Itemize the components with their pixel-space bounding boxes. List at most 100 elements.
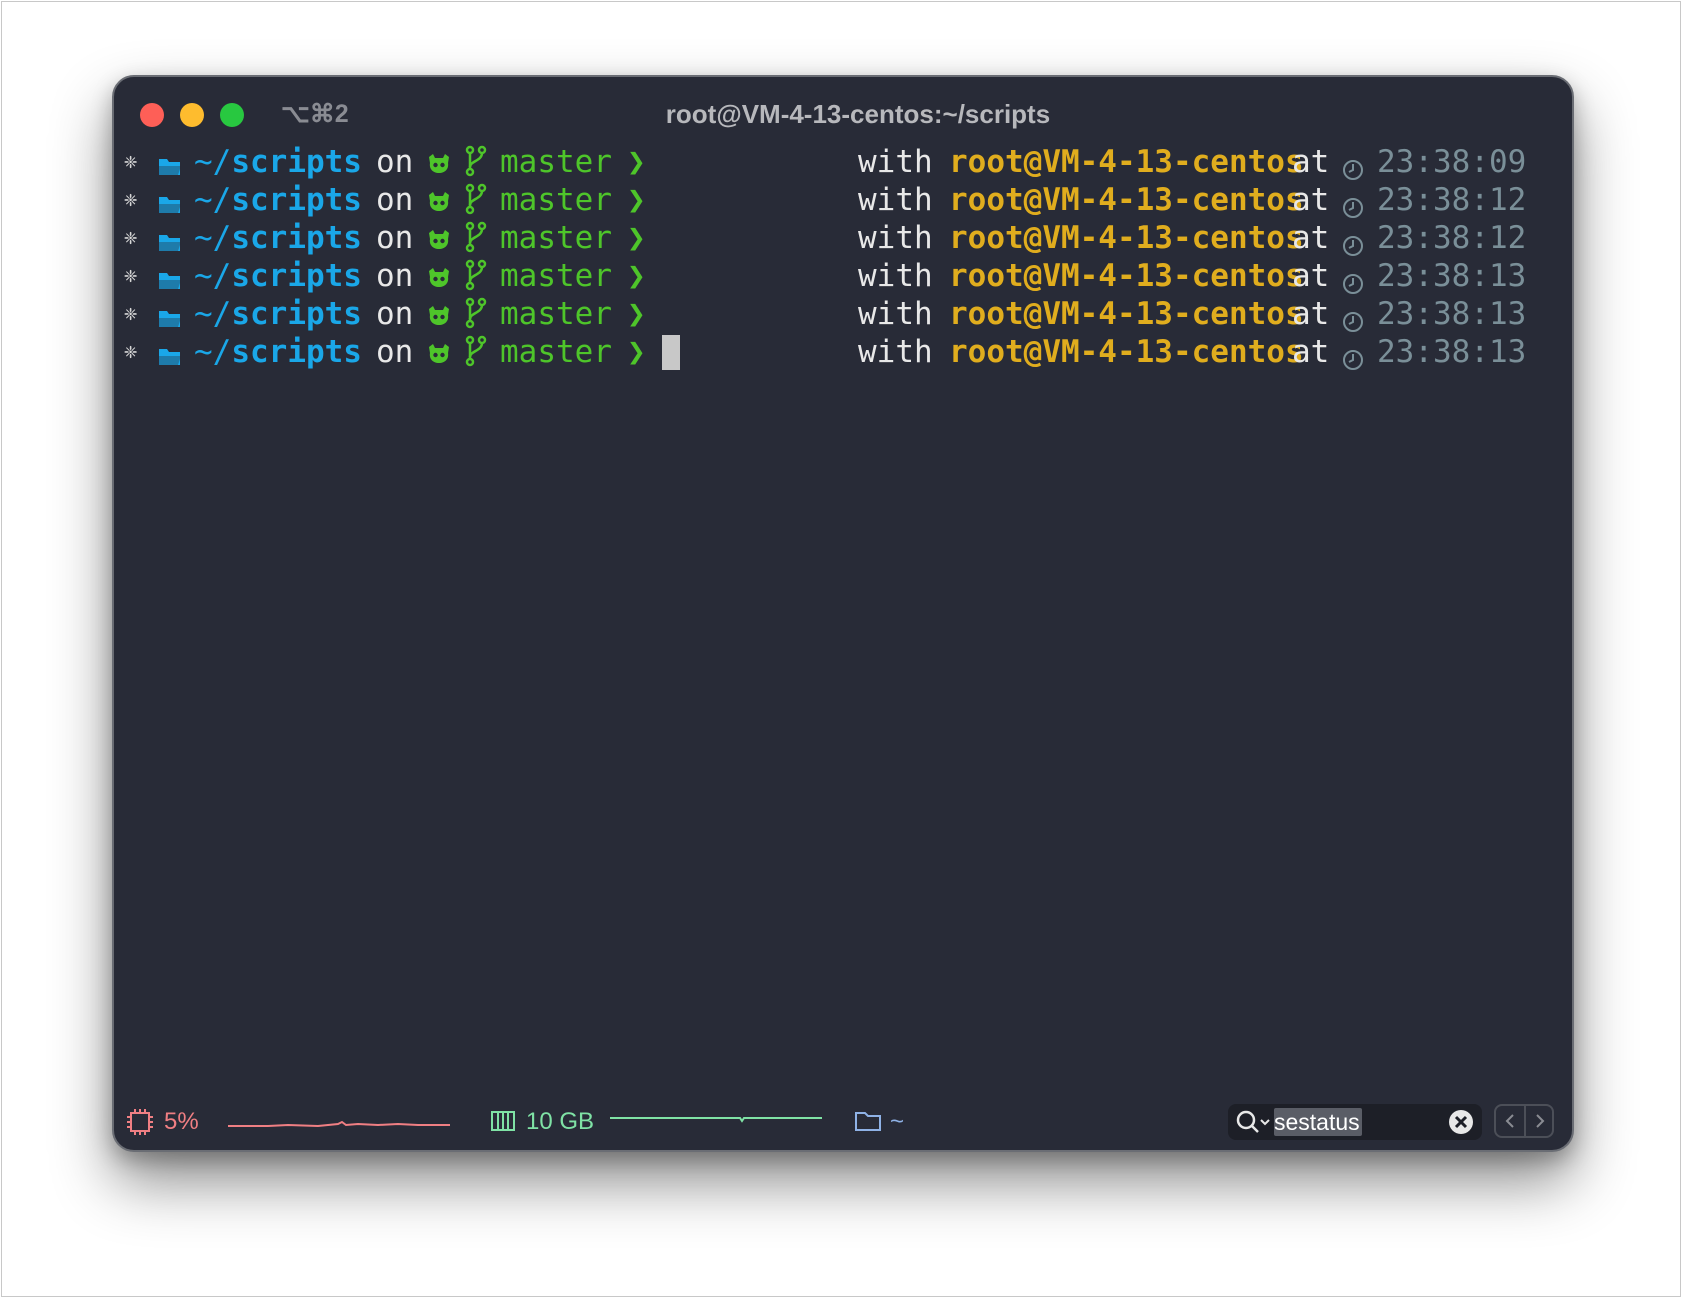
prompt-on: on xyxy=(376,296,414,332)
prompt-time: 23:38:13 xyxy=(1377,296,1527,332)
prompt-with: with xyxy=(858,182,933,218)
prompt-with: with xyxy=(858,144,933,180)
path-dir: scripts xyxy=(231,220,362,256)
prompt-at: at xyxy=(1292,182,1330,218)
memory-icon xyxy=(491,1111,515,1131)
git-branch-icon xyxy=(463,145,489,186)
search-navigation xyxy=(1494,1104,1554,1138)
prompt-host: root@VM-4-13-centos xyxy=(949,182,1304,218)
path-dir: scripts xyxy=(231,182,362,218)
prompt-path: ~/scripts xyxy=(194,333,362,371)
search-input[interactable] xyxy=(1274,1107,1434,1137)
prompt-chevron: ❯ xyxy=(627,182,646,218)
prompt-chevron: ❯ xyxy=(627,296,646,332)
path-dir: scripts xyxy=(231,258,362,294)
prompt-time: 23:38:12 xyxy=(1377,182,1527,218)
prompt-chevron: ❯ xyxy=(627,334,646,370)
prompt-with: with xyxy=(858,220,933,256)
prompt-on: on xyxy=(376,144,414,180)
git-branch-icon xyxy=(463,259,489,300)
prompt-with: with xyxy=(858,258,933,294)
next-match-button[interactable] xyxy=(1526,1106,1554,1136)
centos-icon: ❈ xyxy=(124,149,138,174)
git-branch-icon xyxy=(463,221,489,262)
prompt-at: at xyxy=(1292,144,1330,180)
git-branch-icon xyxy=(463,335,489,376)
centos-icon: ❈ xyxy=(124,187,138,212)
prompt-time: 23:38:13 xyxy=(1377,258,1527,294)
prompt-line: ❈ ~/scripts on master ❯ with root@VM-4-13-cent… xyxy=(114,143,1572,181)
chevron-left-icon xyxy=(1505,1114,1514,1128)
folder-open-icon xyxy=(158,339,182,377)
prompt-host: root@VM-4-13-centos xyxy=(949,220,1304,256)
prompt-host: root@VM-4-13-centos xyxy=(949,144,1304,180)
search-icon[interactable] xyxy=(1234,1108,1274,1136)
prompt-line: ❈ ~/scripts on master ❯ with root@VM-4-13-cent… xyxy=(114,295,1572,333)
prompt-host: root@VM-4-13-centos xyxy=(949,334,1304,370)
prompt-branch: master xyxy=(500,144,612,180)
cpu-usage: 5% xyxy=(164,1108,199,1135)
prompt-at: at xyxy=(1292,220,1330,256)
path-dir: scripts xyxy=(231,296,362,332)
prompt-path: ~/scripts xyxy=(194,181,362,219)
prompt-path: ~/scripts xyxy=(194,257,362,295)
search-field[interactable] xyxy=(1228,1104,1482,1140)
chevron-right-icon xyxy=(1536,1114,1545,1128)
prompt-chevron: ❯ xyxy=(627,220,646,256)
path-prefix: ~/ xyxy=(194,334,232,370)
memory-usage: 10 GB xyxy=(526,1108,595,1135)
centos-icon: ❈ xyxy=(124,301,138,326)
prompt-host: root@VM-4-13-centos xyxy=(949,258,1304,294)
cpu-sparkline xyxy=(228,1120,450,1128)
prompt-at: at xyxy=(1292,258,1330,294)
prompt-time: 23:38:09 xyxy=(1377,144,1527,180)
clock-icon xyxy=(1342,342,1364,380)
text-cursor xyxy=(662,335,680,370)
github-icon xyxy=(426,338,452,376)
path-prefix: ~/ xyxy=(194,296,232,332)
prompt-on: on xyxy=(376,220,414,256)
git-branch-icon xyxy=(463,297,489,338)
path-prefix: ~/ xyxy=(194,144,232,180)
prompt-branch: master xyxy=(500,182,612,218)
path-dir: scripts xyxy=(231,334,362,370)
git-branch-icon xyxy=(463,183,489,224)
terminal-output[interactable]: ❈ ~/scripts on master ❯ with root@VM-4-13-cent… xyxy=(114,143,1572,371)
centos-icon: ❈ xyxy=(124,225,138,250)
status-bar: 5% 10 GB ~ xyxy=(114,1096,1572,1150)
path-prefix: ~/ xyxy=(194,258,232,294)
memory-sparkline xyxy=(610,1117,822,1123)
prompt-on: on xyxy=(376,182,414,218)
prompt-chevron: ❯ xyxy=(627,144,646,180)
previous-match-button[interactable] xyxy=(1496,1106,1526,1136)
prompt-branch: master xyxy=(500,258,612,294)
prompt-branch: master xyxy=(500,296,612,332)
prompt-with: with xyxy=(858,296,933,332)
centos-icon: ❈ xyxy=(124,339,138,364)
prompt-branch: master xyxy=(500,220,612,256)
prompt-line: ❈ ~/scripts on master ❯ with root@VM-4-13-cent… xyxy=(114,181,1572,219)
prompt-line: ❈ ~/scripts on master ❯ with root@VM-4-13-cent… xyxy=(114,333,1572,371)
folder-icon xyxy=(855,1112,881,1131)
prompt-host: root@VM-4-13-centos xyxy=(949,296,1304,332)
prompt-with: with xyxy=(858,334,933,370)
cpu-icon xyxy=(127,1109,153,1135)
prompt-branch: master xyxy=(500,334,612,370)
prompt-at: at xyxy=(1292,334,1330,370)
clear-search-icon[interactable] xyxy=(1448,1109,1474,1135)
prompt-line: ❈ ~/scripts on master ❯ with root@VM-4-13-cent… xyxy=(114,257,1572,295)
prompt-path: ~/scripts xyxy=(194,219,362,257)
title-bar[interactable]: ⌥⌘2 root@VM-4-13-centos:~/scripts xyxy=(114,77,1572,147)
prompt-time: 23:38:12 xyxy=(1377,220,1527,256)
prompt-line: ❈ ~/scripts on master ❯ with root@VM-4-13-cent… xyxy=(114,219,1572,257)
path-prefix: ~/ xyxy=(194,220,232,256)
prompt-time: 23:38:13 xyxy=(1377,334,1527,370)
prompt-at: at xyxy=(1292,296,1330,332)
prompt-chevron: ❯ xyxy=(627,258,646,294)
terminal-window: ⌥⌘2 root@VM-4-13-centos:~/scripts ❈ ~/scr… xyxy=(112,75,1574,1152)
prompt-path: ~/scripts xyxy=(194,295,362,333)
current-directory: ~ xyxy=(890,1108,905,1135)
prompt-on: on xyxy=(376,258,414,294)
path-prefix: ~/ xyxy=(194,182,232,218)
prompt-on: on xyxy=(376,334,414,370)
